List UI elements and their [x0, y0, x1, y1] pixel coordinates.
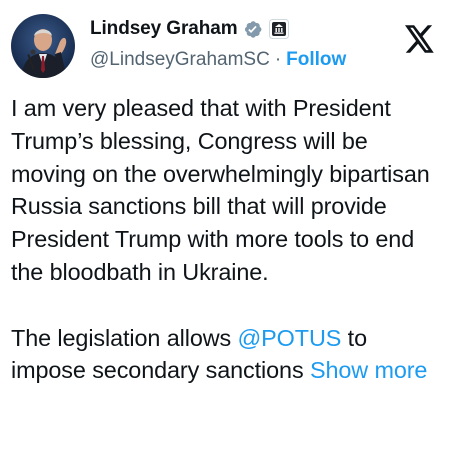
author-names: Lindsey Graham @LindseyGrahamSC · Follow — [90, 16, 346, 71]
avatar-photo — [11, 14, 75, 78]
show-more-link[interactable]: Show more — [310, 357, 428, 383]
tweet-paragraph-2-lead: The legislation allows — [11, 324, 238, 351]
handle-row: @LindseyGrahamSC · Follow — [90, 49, 346, 71]
follow-button[interactable]: Follow — [286, 49, 346, 71]
tweet-paragraph-1: I am very pleased that with President Tr… — [11, 95, 430, 285]
name-row: Lindsey Graham — [90, 16, 346, 42]
tweet-header: Lindsey Graham @LindseyGrahamSC · Follow — [11, 12, 443, 82]
display-name[interactable]: Lindsey Graham — [90, 18, 238, 40]
avatar[interactable] — [11, 14, 75, 78]
government-badge-icon[interactable] — [269, 19, 290, 39]
tweet-paragraph-2: The legislation allows @POTUS to impose … — [11, 322, 447, 388]
mention-link[interactable]: @POTUS — [238, 325, 342, 351]
verified-badge-icon[interactable] — [242, 19, 263, 40]
x-logo-icon[interactable] — [405, 25, 435, 53]
separator-dot: · — [274, 49, 282, 70]
author-handle[interactable]: @LindseyGrahamSC — [90, 49, 270, 71]
tweet-text: I am very pleased that with President Tr… — [11, 92, 447, 387]
tweet-card: Lindsey Graham @LindseyGrahamSC · Follow… — [0, 0, 454, 470]
